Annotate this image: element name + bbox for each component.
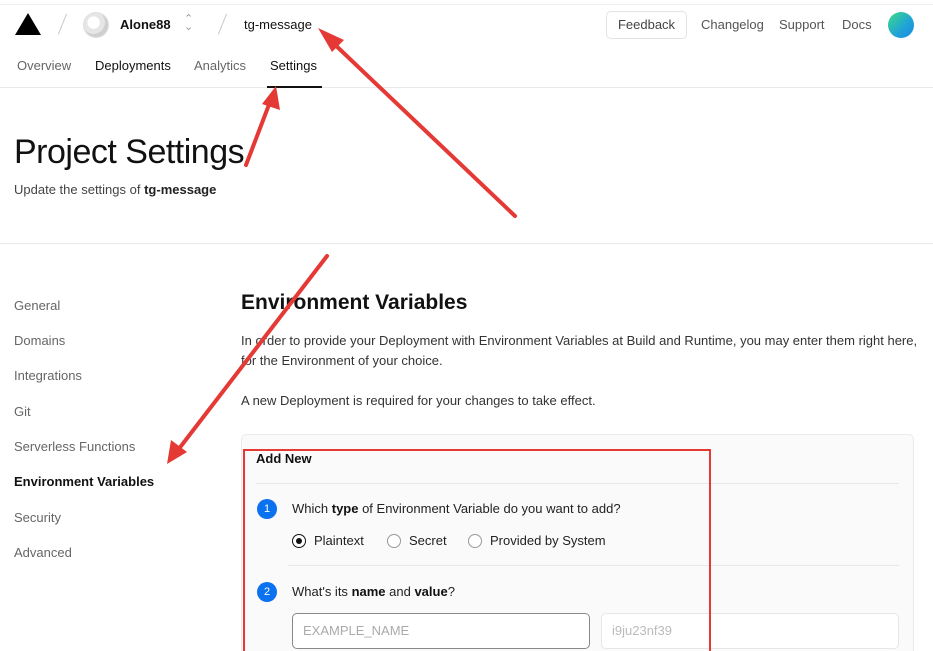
vercel-logo-icon[interactable] [15,13,41,35]
step2-question: What's its name and value? [292,584,455,599]
team-switcher-chevron-icon[interactable]: ⌃ ⌄ [184,14,193,33]
tab-analytics[interactable]: Analytics [194,58,246,73]
step2-bold-value: value [414,584,448,599]
sidebar-item-git[interactable]: Git [14,404,31,419]
sidebar-item-domains[interactable]: Domains [14,333,65,348]
sidebar-item-integrations[interactable]: Integrations [14,368,82,383]
env-description: In order to provide your Deployment with… [241,333,918,368]
plaintext-radio[interactable] [292,534,306,548]
step-divider [288,565,899,566]
secret-radio[interactable] [387,534,401,548]
sidebar-item-security[interactable]: Security [14,510,61,525]
page-subtitle: Update the settings of tg-message [14,182,216,197]
top-navigation: Alone88 ⌃ ⌄ tg-message Feedback Changelog… [0,0,933,88]
sidebar-item-environment-variables[interactable]: Environment Variables [14,474,154,489]
sidebar-item-advanced[interactable]: Advanced [14,545,72,560]
step1-question: Which type of Environment Variable do yo… [292,501,621,516]
step1-pre: Which [292,501,332,516]
env-value-input[interactable]: i9ju23nf39 [601,613,899,649]
page-title: Project Settings [14,133,245,171]
feedback-button[interactable]: Feedback [606,11,687,39]
top-border [0,4,933,5]
changelog-link[interactable]: Changelog [701,17,764,32]
step2-mid: and [385,584,415,599]
plaintext-label[interactable]: Plaintext [314,533,364,548]
subtitle-project: tg-message [144,182,217,197]
step2-post: ? [447,584,455,599]
breadcrumb-separator [57,13,68,35]
step2-pre: What's its [292,584,352,599]
card-title: Add New [256,451,312,466]
support-link[interactable]: Support [779,17,825,32]
secret-label[interactable]: Secret [409,533,447,548]
card-divider [256,483,899,484]
tab-overview[interactable]: Overview [17,58,71,73]
team-avatar[interactable] [83,12,109,38]
docs-link[interactable]: Docs [842,17,872,32]
step-number-badge: 2 [257,582,277,602]
breadcrumb-separator [217,13,228,35]
arrowhead [167,440,187,464]
step2-bold-name: name [351,584,386,599]
sidebar-item-serverless-functions[interactable]: Serverless Functions [14,439,135,454]
step1-bold: type [331,501,359,516]
redeploy-note: A new Deployment is required for your ch… [241,393,596,408]
step1-post: of Environment Variable do you want to a… [358,501,621,516]
tab-settings[interactable]: Settings [270,58,317,73]
sidebar-item-general[interactable]: General [14,298,60,313]
provided-by-system-label[interactable]: Provided by System [490,533,606,548]
user-avatar[interactable] [888,12,914,38]
team-name[interactable]: Alone88 [120,17,171,32]
subtitle-prefix: Update the settings of [14,182,145,197]
step-number-badge: 1 [257,499,277,519]
project-name[interactable]: tg-message [244,17,312,32]
provided-by-system-radio[interactable] [468,534,482,548]
tab-deployments[interactable]: Deployments [95,58,171,73]
env-name-input[interactable]: EXAMPLE_NAME [292,613,590,649]
section-title: Environment Variables [241,291,468,314]
